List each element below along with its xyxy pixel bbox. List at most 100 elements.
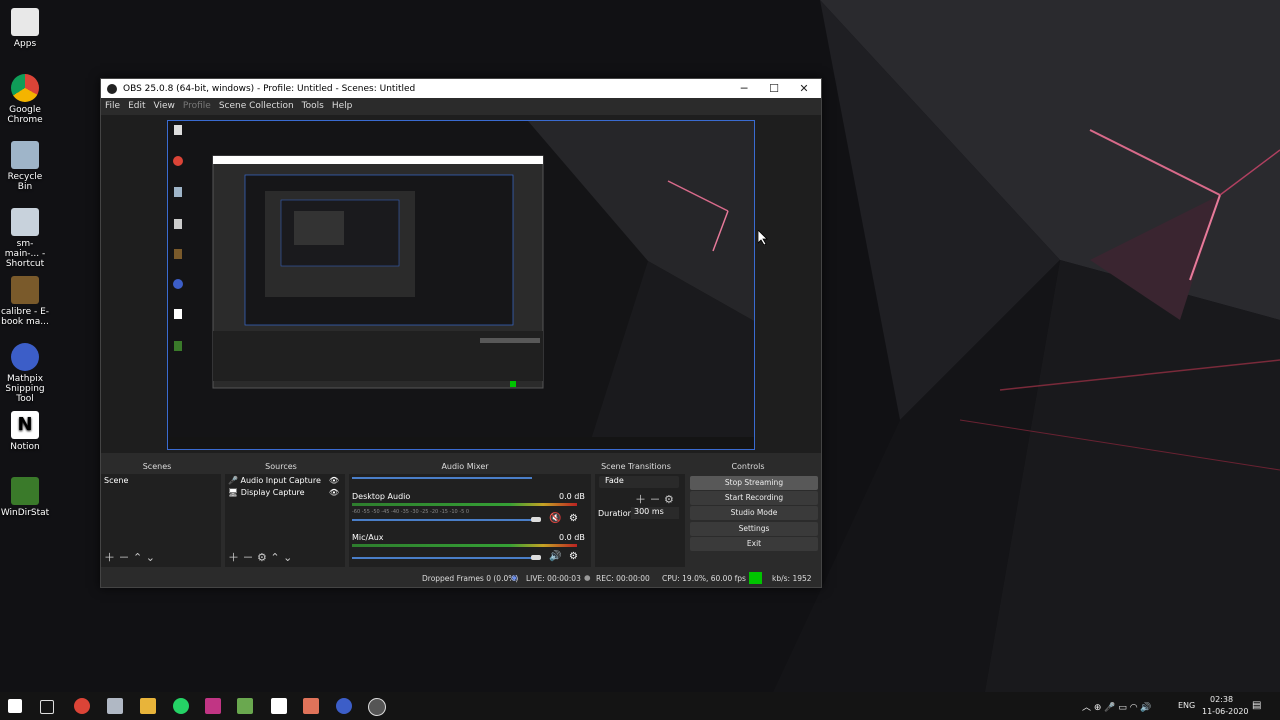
gear-icon[interactable]: ⚙ <box>569 551 578 562</box>
minimize-button[interactable]: ─ <box>729 79 759 98</box>
desktop-icon-apps[interactable]: Apps <box>0 8 50 49</box>
menu-scene-collection[interactable]: Scene Collection <box>219 101 294 111</box>
exit-button[interactable]: Exit <box>690 537 818 551</box>
muted-speaker-icon[interactable]: 🔇 <box>549 513 561 524</box>
dropped-frames: Dropped Frames 0 (0.0%) <box>422 574 519 583</box>
microphone-icon: 🎤 <box>228 476 238 485</box>
add-transition-button[interactable]: ＋ <box>635 493 646 506</box>
stop-streaming-button[interactable]: Stop Streaming <box>690 476 818 490</box>
transition-select[interactable]: Fade <box>599 476 679 488</box>
gear-icon[interactable]: ⚙ <box>569 513 578 524</box>
close-button[interactable]: ✕ <box>789 79 819 98</box>
maximize-button[interactable]: ☐ <box>759 79 789 98</box>
app-taskbar-icon-2[interactable] <box>303 698 319 714</box>
settings-button[interactable]: Settings <box>690 522 818 536</box>
notepad-icon[interactable] <box>237 698 253 714</box>
title-bar[interactable]: OBS 25.0.8 (64-bit, windows) - Profile: … <box>101 79 821 98</box>
scenes-panel: Scene ＋ － ⌃ ⌄ <box>101 474 221 567</box>
tray-icons[interactable]: ︿ ⊕ 🎤 ▭ ◠ 🔊 <box>1082 700 1152 713</box>
chrome-taskbar-icon[interactable] <box>74 698 90 714</box>
source-item[interactable]: 🎤 Audio Input Capture 👁 <box>225 474 345 487</box>
whatsapp-icon[interactable] <box>173 698 189 714</box>
shortcut-icon <box>11 208 39 236</box>
desktop-icon-label: Apps <box>13 39 37 49</box>
scene-item[interactable]: Scene <box>101 474 221 487</box>
desktop-icon-notion[interactable]: N Notion <box>0 411 50 452</box>
kbps: kb/s: 1952 <box>772 574 812 583</box>
menu-file[interactable]: File <box>105 101 120 111</box>
menu-profile[interactable]: Profile <box>183 101 211 111</box>
volume-slider[interactable] <box>352 519 537 521</box>
volume-slider-knob[interactable] <box>531 555 541 560</box>
menu-edit[interactable]: Edit <box>128 101 145 111</box>
speaker-icon[interactable]: 🔊 <box>549 551 561 562</box>
notification-icon[interactable]: ▤ <box>1252 700 1261 711</box>
chrome-icon <box>11 74 39 102</box>
cpu-fps: CPU: 19.0%, 60.00 fps <box>662 574 746 583</box>
desktop-icon-recycle-bin[interactable]: Recycle Bin <box>0 141 50 192</box>
scene-transitions-dock-title: Scene Transitions <box>601 462 671 471</box>
desktop-icon-calibre[interactable]: calibre - E-book ma... <box>0 276 50 327</box>
mixer-channel-name: Mic/Aux <box>352 533 384 542</box>
source-label: Display Capture <box>240 488 305 497</box>
move-down-button[interactable]: ⌄ <box>283 551 292 564</box>
desktop-icon-mathpix[interactable]: Mathpix Snipping Tool <box>0 343 50 404</box>
obs-window: OBS 25.0.8 (64-bit, windows) - Profile: … <box>100 78 822 588</box>
notion-taskbar-icon[interactable] <box>271 698 287 714</box>
duration-input[interactable]: 300 ms <box>631 507 679 519</box>
volume-meter <box>352 503 577 506</box>
move-up-button[interactable]: ⌃ <box>133 551 142 564</box>
add-source-button[interactable]: ＋ <box>228 551 239 564</box>
windows-start-icon[interactable] <box>8 699 22 713</box>
obs-taskbar-icon[interactable] <box>368 698 386 716</box>
volume-slider[interactable] <box>352 557 537 559</box>
remove-scene-button[interactable]: － <box>119 551 130 564</box>
eye-icon[interactable]: 👁 <box>329 488 339 497</box>
recycle-bin-icon <box>11 141 39 169</box>
gear-icon[interactable]: ⚙ <box>664 493 674 506</box>
remove-transition-button[interactable]: － <box>650 493 661 506</box>
rec-indicator-icon: ● <box>584 573 591 582</box>
preview-canvas[interactable] <box>167 120 755 450</box>
clock-time[interactable]: 02:38 <box>1210 695 1233 704</box>
add-scene-button[interactable]: ＋ <box>104 551 115 564</box>
mouse-cursor-icon <box>758 230 768 245</box>
desktop-icon-label: WinDirStat <box>0 508 50 518</box>
menu-tools[interactable]: Tools <box>302 101 324 111</box>
taskbar: ︿ ⊕ 🎤 ▭ ◠ 🔊 ENG 02:38 11-06-2020 ▤ <box>0 692 1280 720</box>
source-item[interactable]: 🖥 Display Capture 👁 <box>225 487 345 498</box>
stream-health-indicator <box>749 572 762 584</box>
menu-view[interactable]: View <box>154 101 175 111</box>
desktop-icon-windirstat[interactable]: WinDirStat <box>0 477 50 518</box>
menu-help[interactable]: Help <box>332 101 353 111</box>
desktop-icon-shortcut[interactable]: sm-main-... - Shortcut <box>0 208 50 269</box>
mathpix-taskbar-icon[interactable] <box>336 698 352 714</box>
studio-mode-button[interactable]: Studio Mode <box>690 506 818 520</box>
transition-toolbar: ＋ － ⚙ <box>635 491 674 507</box>
task-view-icon[interactable] <box>40 700 54 714</box>
eye-icon[interactable]: 👁 <box>329 476 339 485</box>
volume-slider-knob[interactable] <box>531 517 541 522</box>
desktop-icon-label: Notion <box>10 442 40 452</box>
mathpix-icon <box>11 343 39 371</box>
start-recording-button[interactable]: Start Recording <box>690 491 818 505</box>
clock-date[interactable]: 11-06-2020 <box>1202 707 1249 716</box>
apps-icon <box>11 8 39 36</box>
gear-icon[interactable]: ⚙ <box>257 551 267 564</box>
file-explorer-icon[interactable] <box>140 698 156 714</box>
mixer-channel-name: Desktop Audio <box>352 492 411 501</box>
desktop-icon-chrome[interactable]: Google Chrome <box>0 74 50 125</box>
app-taskbar-icon[interactable] <box>107 698 123 714</box>
sources-panel: 🎤 Audio Input Capture 👁 🖥 Display Captur… <box>225 474 345 567</box>
live-indicator-icon: ◉ <box>511 573 518 582</box>
audio-mixer-panel: Desktop Audio 0.0 dB -60 -55 -50 -45 -40… <box>349 474 591 567</box>
partial-volume-slider[interactable] <box>352 477 532 479</box>
monitor-icon: 🖥 <box>228 488 239 497</box>
instagram-icon[interactable] <box>205 698 221 714</box>
sources-dock-title: Sources <box>265 462 297 471</box>
move-up-button[interactable]: ⌃ <box>270 551 279 564</box>
move-down-button[interactable]: ⌄ <box>146 551 155 564</box>
language-indicator[interactable]: ENG <box>1178 701 1195 710</box>
desktop-icon-label: Google Chrome <box>7 105 43 125</box>
remove-source-button[interactable]: － <box>243 551 254 564</box>
